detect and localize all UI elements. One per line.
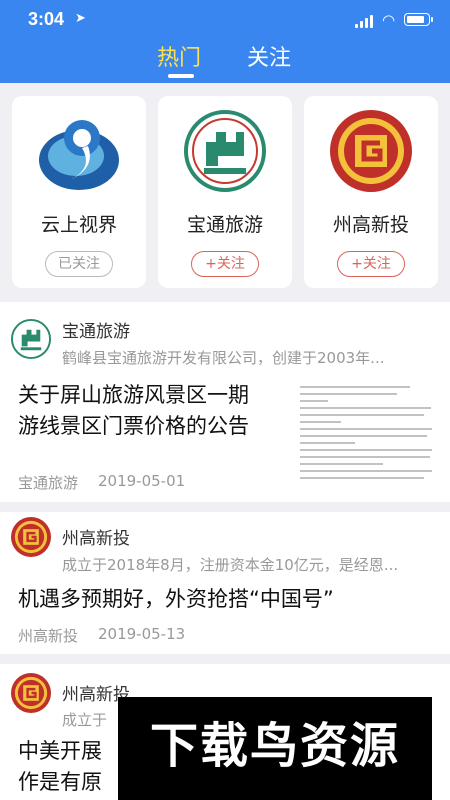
- post-title-line: 作是有原: [18, 770, 102, 794]
- app-header: 3:04 ➤ ◠ 热门 关注: [0, 0, 450, 83]
- baotong-logo-icon: [184, 110, 266, 192]
- tab-following[interactable]: 关注: [247, 40, 291, 72]
- post-date: 2019-05-13: [98, 625, 186, 643]
- status-bar: 3:04 ➤ ◠: [0, 0, 450, 40]
- zhougao-avatar-icon: [10, 516, 52, 558]
- post-meta-source: 州高新投: [18, 627, 79, 645]
- location-arrow-icon: ➤: [75, 11, 86, 26]
- cellular-signal-icon: [355, 14, 375, 28]
- featured-card-yunshang[interactable]: 云上视界 已关注: [12, 96, 146, 288]
- zhougao-logo-icon: [330, 110, 412, 192]
- follow-button[interactable]: +关注: [191, 251, 259, 277]
- post-source: 州高新投: [62, 529, 130, 549]
- tab-indicator: [168, 74, 194, 78]
- post-title-line: 中美开展: [18, 739, 102, 763]
- wifi-icon: ◠: [382, 11, 396, 29]
- post-title[interactable]: 关于屏山旅游风景区一期 游线景区门票价格的公告: [18, 380, 249, 442]
- featured-name: 州高新投: [332, 214, 409, 236]
- post-description: 成立于2018年8月，注册资本金10亿元，是经恩...: [62, 556, 399, 574]
- zhougao-avatar-icon: [10, 672, 52, 714]
- post-title-line: 游线景区门票价格的公告: [18, 414, 249, 438]
- post-meta-source: 宝通旅游: [18, 474, 79, 492]
- post-description: 鹤峰县宝通旅游开发有限公司，创建于2003年...: [62, 349, 385, 367]
- post-title[interactable]: 中美开展 作是有原: [18, 736, 102, 798]
- followed-button[interactable]: 已关注: [45, 251, 113, 277]
- article-thumbnail[interactable]: [300, 386, 438, 494]
- post-title-line: 关于屏山旅游风景区一期: [18, 383, 249, 407]
- featured-card-baotong[interactable]: 宝通旅游 +关注: [158, 96, 292, 288]
- featured-name: 宝通旅游: [186, 214, 263, 236]
- post-source: 宝通旅游: [62, 322, 130, 342]
- news-post[interactable]: 州高新投 成立于2018年8月，注册资本金10亿元，是经恩... 机遇多预期好，…: [0, 512, 450, 654]
- battery-icon: [404, 13, 433, 26]
- featured-name: 云上视界: [40, 214, 117, 236]
- follow-button[interactable]: +关注: [337, 251, 405, 277]
- watermark-banner: 下载鸟资源: [118, 697, 432, 800]
- baotong-avatar-icon: [10, 318, 52, 360]
- status-time: 3:04: [28, 9, 65, 29]
- featured-card-zhougao[interactable]: 州高新投 +关注: [304, 96, 438, 288]
- post-date: 2019-05-01: [98, 472, 186, 490]
- tab-hot[interactable]: 热门: [157, 40, 201, 72]
- post-title[interactable]: 机遇多预期好，外资抢搭“中国号”: [18, 584, 334, 615]
- yunshang-logo-icon: [39, 120, 119, 190]
- news-post[interactable]: 宝通旅游 鹤峰县宝通旅游开发有限公司，创建于2003年... 关于屏山旅游风景区…: [0, 302, 450, 502]
